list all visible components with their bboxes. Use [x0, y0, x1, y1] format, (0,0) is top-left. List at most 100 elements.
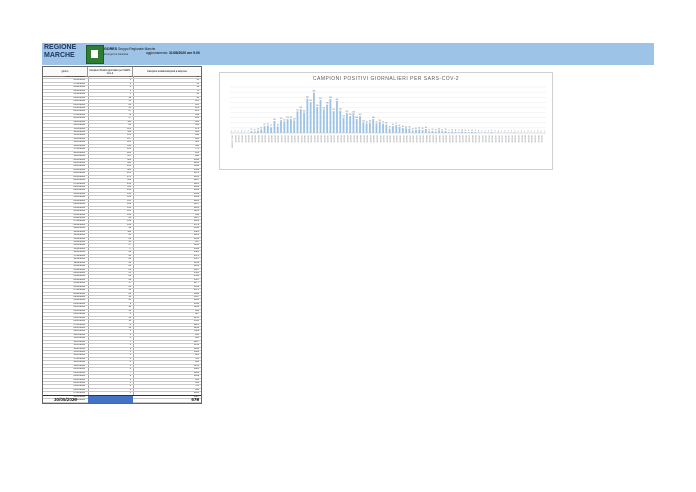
bar-data-label: 0: [238, 131, 239, 133]
bar-data-label: 150: [342, 116, 345, 118]
bar-data-label: 165: [349, 114, 352, 116]
bar-data-label: 102: [369, 121, 372, 123]
x-tick-label: 08/03/2020: [270, 135, 272, 143]
x-tick-label: 16/04/2020: [399, 135, 401, 143]
chart-bar: [359, 116, 361, 133]
x-tick-label: 27/02/2020: [237, 135, 239, 143]
chart-bar: [441, 131, 444, 133]
x-tick-label: 07/04/2020: [369, 135, 371, 143]
bar-data-label: 193: [352, 111, 355, 113]
bar-data-label: 82: [385, 123, 387, 125]
bar-data-label: 61: [399, 125, 401, 127]
report-header: REGIONE MARCHE GORES Gruppo Regionale Ma…: [42, 43, 654, 65]
bar-data-label: 35: [418, 127, 420, 129]
x-tick-label: 31/03/2020: [346, 135, 348, 143]
x-tick-label: 03/03/2020: [254, 135, 256, 143]
bar-data-label: 4: [481, 131, 482, 133]
x-tick-label: 13/05/2020: [487, 135, 489, 143]
x-tick-label: 29/03/2020: [339, 135, 341, 143]
x-tick-label: 23/05/2020: [520, 135, 522, 143]
bar-data-label: 43: [389, 127, 391, 129]
bar-data-label: 302: [309, 100, 312, 102]
bar-data-label: 322: [319, 98, 322, 100]
x-tick-label: 18/03/2020: [303, 135, 305, 143]
bar-data-label: 125: [280, 118, 283, 120]
x-tick-label: 06/03/2020: [264, 135, 266, 143]
bar-data-label: 136: [372, 117, 375, 119]
chart-bar: [408, 128, 411, 133]
bar-data-label: 9: [491, 130, 492, 132]
bar-data-label: 35: [260, 127, 262, 129]
bar-data-label: 3: [248, 131, 249, 133]
bar-data-label: 3: [495, 131, 496, 133]
x-tick-label: 09/05/2020: [474, 135, 476, 143]
bar-data-label: 218: [339, 109, 342, 111]
x-tick-label: 10/03/2020: [277, 135, 279, 143]
bar-data-label: 7: [514, 130, 515, 132]
x-tick-label: 20/03/2020: [310, 135, 312, 143]
x-tick-label: 22/05/2020: [517, 135, 519, 143]
gores-subtitle: Emergenza Sanitaria: [104, 53, 129, 56]
x-tick-label: 05/05/2020: [461, 135, 463, 143]
bar-data-label: 43: [409, 127, 411, 129]
chart-bar: [296, 111, 299, 133]
bar-data-label: 24: [412, 129, 414, 131]
chart-bar: [329, 98, 332, 133]
bar-data-label: 95: [376, 121, 378, 123]
chart-bar: [289, 119, 292, 133]
bar-data-label: 6: [478, 130, 479, 132]
bar-data-label: 9: [475, 130, 476, 132]
x-tick-label: 17/03/2020: [300, 135, 302, 143]
x-tick-label: 21/03/2020: [313, 135, 315, 143]
x-tick-label: 08/05/2020: [471, 135, 473, 143]
chart-bar: [405, 128, 408, 133]
x-tick-label: 29/04/2020: [441, 135, 443, 143]
x-tick-label: 08/04/2020: [372, 135, 374, 143]
bar-data-label: 7: [485, 130, 486, 132]
x-tick-label: 07/03/2020: [267, 135, 269, 143]
x-tick-label: 17/05/2020: [501, 135, 503, 143]
chart-bar: [382, 123, 384, 133]
x-tick-label: 21/04/2020: [415, 135, 417, 143]
bar-data-label: 1: [544, 131, 545, 133]
chart-bar: [326, 104, 329, 133]
bar-data-label: 233: [299, 107, 302, 109]
x-tick-label: 11/03/2020: [280, 135, 282, 143]
bar-data-label: 2: [501, 131, 502, 133]
table-body: 24/02 e 25/02/2020 0 23 26/02/2020 3 33 27/02/…: [43, 76, 201, 403]
chart-bar: [283, 121, 286, 133]
x-tick-label: 14/05/2020: [491, 135, 493, 143]
bar-data-label: 118: [273, 119, 276, 121]
chart-bar: [309, 102, 312, 133]
bar-data-label: 67: [264, 124, 266, 126]
x-tick-label: 12/04/2020: [385, 135, 387, 143]
x-tick-label: 23/03/2020: [320, 135, 322, 143]
chart-bar: [451, 131, 454, 133]
x-tick-label: 06/04/2020: [366, 135, 368, 143]
x-tick-label: 30/03/2020: [343, 135, 345, 143]
x-tick-label: 04/05/2020: [458, 135, 460, 143]
chart-bar: [316, 106, 319, 133]
x-tick-label: 26/03/2020: [329, 135, 331, 143]
chart-bar: [336, 100, 338, 133]
gores-label: GORES: [104, 47, 117, 51]
x-tick-label: 05/03/2020: [260, 135, 262, 143]
x-tick-label: 14/04/2020: [392, 135, 394, 143]
chart-bar: [270, 127, 273, 133]
bar-data-label: 5: [508, 130, 509, 132]
x-tick-label: 16/03/2020: [296, 135, 298, 143]
bar-data-label: 26: [438, 128, 440, 130]
bar-data-label: 4: [504, 131, 505, 133]
chart-bar: [392, 126, 394, 133]
bar-data-label: 48: [402, 126, 404, 128]
bar-data-label: 13: [435, 130, 437, 132]
bar-data-label: 28: [422, 128, 424, 130]
bar-data-label: 0: [231, 131, 232, 133]
chart-bar: [362, 122, 365, 133]
bar-data-label: 9: [448, 130, 449, 132]
x-tick-label: 01/03/2020: [247, 135, 249, 143]
x-tick-label: 09/03/2020: [273, 135, 275, 143]
chart-bar: [339, 110, 342, 133]
bar-data-label: 333: [329, 97, 332, 99]
x-tick-label: 20/05/2020: [510, 135, 512, 143]
